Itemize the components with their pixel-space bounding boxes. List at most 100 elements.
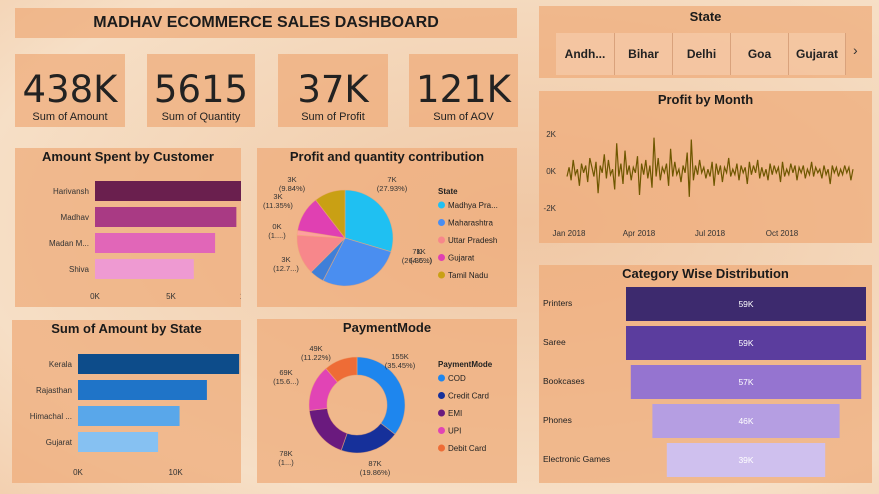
- slice-pct-label: (1....): [268, 231, 286, 240]
- bar: [78, 432, 159, 452]
- category-funnel-chart: Printers 59K Saree 59K Bookcases 57K Phones 46K…: [543, 287, 866, 477]
- legend-marker: [438, 374, 445, 382]
- slice-value-label: 155K: [391, 352, 409, 361]
- payment-donut-chart: 155K(35.45%) 87K(19.86%) 78K(1...) 69K(15.6…: [273, 344, 493, 477]
- bar: [95, 181, 241, 201]
- slice-value-label: 69K: [279, 368, 292, 377]
- category-label: Rajasthan: [36, 386, 72, 395]
- kpi-value: 5615: [153, 68, 249, 111]
- category-label: Himachal ...: [30, 412, 72, 421]
- slice-pct-label: (11.22%): [301, 353, 331, 362]
- slice-value-label: 49K: [309, 344, 322, 353]
- profit-line-chart: 2K 0K -2K Jan 2018 Apr 2018 Jul 2018 Oct 2018: [544, 130, 854, 238]
- bar-value-label: 39K: [738, 455, 753, 465]
- slice-value-label: 7K: [387, 175, 396, 184]
- kpi-label: Sum of Amount: [32, 111, 108, 123]
- x-tick-label: 10K: [240, 292, 241, 301]
- slice-pct-label: (35.45%): [385, 361, 416, 370]
- legend-label: Credit Card: [448, 392, 489, 401]
- category-label: Shiva: [69, 265, 90, 274]
- payment-panel: PaymentMode 155K (35.45%) 87K (19.86%) 78K (1…: [257, 319, 517, 483]
- kpi-label: Sum of Quantity: [161, 111, 241, 123]
- kpi-value: 37K: [297, 68, 369, 111]
- slicer-item-goa[interactable]: Goa: [730, 33, 788, 75]
- slice-value-label: 78K: [279, 449, 292, 458]
- customer-chart-panel: Amount Spent by Customer Harivansh Madhav…: [15, 148, 241, 307]
- slice-value-label: 3K: [281, 255, 290, 264]
- kpi-card-aov[interactable]: 121K Sum of AOV: [409, 54, 518, 127]
- kpi-label: Sum of AOV: [433, 111, 494, 123]
- legend-marker: [438, 409, 445, 417]
- category-label: Madan M...: [49, 239, 89, 248]
- category-label: Printers: [543, 298, 572, 308]
- legend-marker: [438, 254, 445, 261]
- legend-label: Debit Card: [448, 444, 486, 453]
- x-tick-label: 0K: [90, 292, 100, 301]
- bar: [95, 259, 194, 279]
- category-label: Electronic Games: [543, 454, 610, 464]
- category-label: Bookcases: [543, 376, 585, 386]
- slice-pct-label: (1...): [278, 458, 294, 467]
- legend-marker: [438, 392, 445, 399]
- slice-pct-label: (4.6...): [410, 256, 432, 265]
- chevron-right-icon[interactable]: ›: [853, 42, 858, 58]
- legend-label: Madhya Pra...: [448, 201, 498, 210]
- bar-value-label: 59K: [738, 299, 753, 309]
- x-tick-label: 10K: [169, 468, 184, 477]
- category-label: Madhav: [61, 213, 89, 222]
- state-bar-chart: Kerala Rajasthan Himachal ... Gujarat 0K 10K: [30, 354, 240, 477]
- bar: [95, 207, 237, 227]
- dashboard-title-panel: MADHAV ECOMMERCE SALES DASHBOARD: [15, 8, 517, 38]
- profit-line: [566, 137, 854, 197]
- legend-marker: [438, 427, 445, 434]
- legend-label: UPI: [448, 427, 461, 436]
- legend-label: Tamil Nadu: [448, 271, 488, 280]
- bar: [78, 354, 240, 374]
- x-tick-label: Jul 2018: [695, 229, 726, 238]
- bar: [78, 380, 207, 400]
- bar: [78, 406, 180, 426]
- slicer-item-andhra[interactable]: Andh...: [556, 33, 614, 75]
- slice-pct-label: (27.93%): [377, 184, 408, 193]
- pie-slice: [340, 422, 396, 454]
- legend-marker: [438, 236, 445, 244]
- category-label: Harivansh: [53, 187, 89, 196]
- slicer-item-gujarat[interactable]: Gujarat: [788, 33, 846, 75]
- x-tick-label: 5K: [166, 292, 176, 301]
- slice-pct-label: (9.84%): [279, 184, 306, 193]
- slicer-title: State: [689, 9, 722, 24]
- x-tick-label: Jan 2018: [553, 229, 586, 238]
- profit-pie-chart: 7K(27.93%)7K(26.35%)1K(4.6...)3K(12.7...…: [263, 175, 498, 287]
- kpi-value: 438K: [22, 68, 118, 111]
- x-tick-label: 0K: [73, 468, 83, 477]
- profit-pie-panel: Profit and quantity contribution 7K (27.9…: [257, 148, 517, 307]
- profit-month-panel: Profit by Month 2K 0K -2K Jan 2018 Apr 2018 J…: [539, 91, 872, 243]
- category-panel: Category Wise Distribution Printers 59K Sa…: [539, 265, 872, 483]
- slice-value-label: 3K: [287, 175, 296, 184]
- x-tick-label: Oct 2018: [766, 229, 799, 238]
- legend-label: Maharashtra: [448, 219, 493, 228]
- legend-marker: [438, 444, 445, 452]
- legend-marker: [438, 219, 445, 226]
- slicer-item-bihar[interactable]: Bihar: [614, 33, 672, 75]
- category-label: Phones: [543, 415, 572, 425]
- state-chart-panel: Sum of Amount by State Kerala Rajasthan Hi…: [12, 320, 241, 483]
- legend-marker: [438, 271, 445, 279]
- slice-value-label: 0K: [272, 222, 281, 231]
- x-tick-label: Apr 2018: [623, 229, 656, 238]
- slicer-item-delhi[interactable]: Delhi: [672, 33, 730, 75]
- legend-label: COD: [448, 374, 466, 383]
- category-label: Saree: [543, 337, 566, 347]
- slice-value-label: 1K: [416, 247, 425, 256]
- category-label: Kerala: [49, 360, 73, 369]
- kpi-card-quantity[interactable]: 5615 Sum of Quantity: [147, 54, 255, 127]
- customer-bar-chart: Harivansh Madhav Madan M... Shiva 0K 5K 10K: [49, 181, 241, 301]
- slice-pct-label: (15.6...): [273, 377, 299, 386]
- category-label: Gujarat: [46, 438, 73, 447]
- kpi-card-amount[interactable]: 438K Sum of Amount: [15, 54, 125, 127]
- legend-label: EMI: [448, 409, 462, 418]
- bar: [95, 233, 216, 253]
- kpi-card-profit[interactable]: 37K Sum of Profit: [278, 54, 388, 127]
- kpi-label: Sum of Profit: [301, 111, 365, 123]
- legend-title: State: [438, 187, 458, 196]
